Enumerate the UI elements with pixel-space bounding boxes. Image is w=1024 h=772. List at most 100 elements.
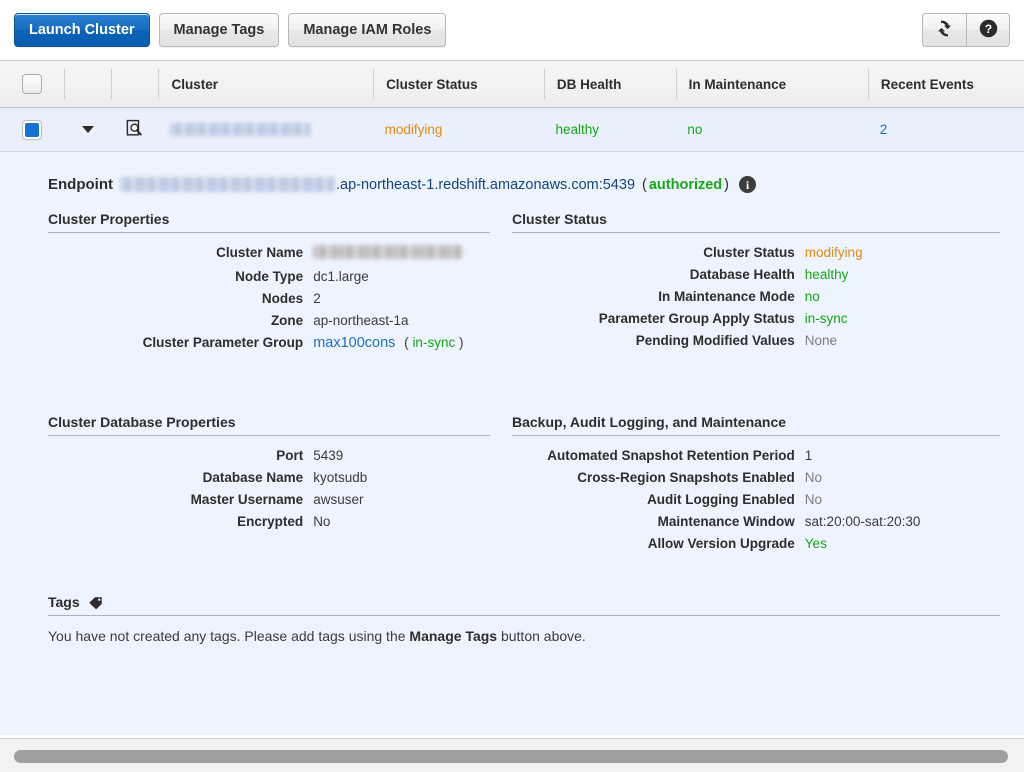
kv-row: Cross-Region Snapshots Enabled No: [512, 466, 1000, 488]
chevron-down-icon[interactable]: [81, 126, 94, 133]
manage-tags-button[interactable]: Manage Tags: [158, 13, 280, 47]
kv-label: Zone: [270, 312, 304, 328]
select-all-header-cell: [0, 69, 64, 99]
kv-value: healthy: [805, 263, 1000, 285]
toolbar-icon-group: ?: [922, 13, 1010, 47]
tags-title: Tags: [48, 594, 80, 610]
horizontal-scrollbar-area: [0, 738, 1024, 772]
cell-recent-events[interactable]: 2: [868, 108, 1024, 151]
kv-row: Master Username awsuser: [48, 488, 490, 510]
row-select-checkbox[interactable]: [22, 119, 43, 140]
help-button[interactable]: ?: [966, 13, 1010, 47]
kv-value: None: [805, 329, 1000, 351]
parameter-group-paren-open: (: [404, 334, 409, 350]
row-actions-cell: [64, 108, 111, 151]
backup-maintenance-title: Backup, Audit Logging, and Maintenance: [512, 414, 1000, 436]
kv-value: 1: [804, 447, 813, 463]
kv-value-text: no: [804, 288, 820, 304]
kv-row: Encrypted No: [48, 510, 490, 532]
tags-title-row: Tags: [48, 594, 1000, 616]
detail-sections-bottom: Cluster Database Properties Port 5439 Da…: [0, 396, 1024, 554]
kv-value: dc1.large: [313, 268, 369, 284]
column-header-in-maintenance[interactable]: In Maintenance: [675, 69, 868, 99]
column-header-recent-events[interactable]: Recent Events: [867, 69, 1024, 99]
kv-row: Port 5439: [48, 444, 490, 466]
column-header-cluster[interactable]: Cluster: [158, 69, 373, 99]
kv-label: Pending Modified Values: [635, 332, 795, 348]
refresh-button[interactable]: [922, 13, 966, 47]
kv-row: Zone ap-northeast-1a: [48, 309, 490, 331]
cluster-status-title: Cluster Status: [512, 211, 1000, 233]
select-all-checkbox[interactable]: [22, 74, 43, 94]
database-properties-table: Port 5439 Database Name kyotsudb Master …: [48, 444, 490, 532]
kv-label: Cluster Parameter Group: [142, 334, 304, 350]
database-properties-title: Cluster Database Properties: [48, 414, 490, 436]
parameter-group-link[interactable]: max100cons: [313, 335, 395, 351]
kv-row: Cluster Parameter Group max100cons ( in-…: [48, 331, 490, 354]
kv-row: Database Name kyotsudb: [48, 466, 490, 488]
tags-message-after: button above.: [497, 628, 586, 644]
cell-cluster-status: modifying: [384, 122, 443, 137]
kv-row: Database Health healthy: [512, 263, 1000, 285]
kv-label: Audit Logging Enabled: [647, 491, 795, 507]
database-properties-section: Cluster Database Properties Port 5439 Da…: [14, 414, 512, 554]
clusters-table-header: Cluster Cluster Status DB Health In Main…: [0, 60, 1024, 108]
kv-label: In Maintenance Mode: [658, 288, 795, 304]
kv-label: Port: [276, 447, 304, 463]
kv-value: awsuser: [313, 491, 364, 507]
info-icon[interactable]: i: [739, 176, 757, 193]
row-select-cell: [0, 108, 64, 151]
kv-value-text: healthy: [804, 266, 849, 282]
kv-value: No: [805, 488, 1000, 510]
cell-cluster-name[interactable]: [158, 108, 373, 151]
kv-value: No: [313, 513, 331, 529]
kv-label: Parameter Group Apply Status: [598, 310, 795, 326]
table-row[interactable]: modifying healthy no 2: [0, 108, 1024, 152]
kv-row: Cluster Name: [48, 241, 490, 265]
kv-value: No: [805, 466, 1000, 488]
magnifier-document-icon[interactable]: [125, 119, 144, 141]
endpoint-label: Endpoint: [48, 176, 113, 193]
cluster-detail-panel: Endpoint .ap-northeast-1.redshift.amazon…: [0, 152, 1024, 735]
kv-value: [313, 241, 490, 265]
horizontal-scrollbar-track[interactable]: [0, 747, 1024, 765]
kv-row: In Maintenance Mode no: [512, 285, 1000, 307]
column-header-actions: [64, 69, 111, 99]
column-header-cluster-status[interactable]: Cluster Status: [373, 69, 544, 99]
kv-label: Encrypted: [237, 513, 304, 529]
column-header-db-health[interactable]: DB Health: [543, 69, 676, 99]
manage-iam-roles-button[interactable]: Manage IAM Roles: [288, 13, 447, 47]
kv-value: Yes: [805, 532, 1000, 554]
kv-label: Database Name: [202, 469, 304, 485]
endpoint-row: Endpoint .ap-northeast-1.redshift.amazon…: [0, 152, 1024, 193]
cluster-properties-section: Cluster Properties Cluster Name Node Typ…: [14, 211, 512, 354]
kv-row: Audit Logging Enabled No: [512, 488, 1000, 510]
kv-value: 2: [313, 290, 321, 306]
endpoint-host-suffix: .ap-northeast-1.redshift.amazonaws.com:5…: [335, 176, 636, 193]
kv-value: modifying: [805, 241, 1000, 263]
backup-maintenance-table: Automated Snapshot Retention Period 1 Cr…: [512, 444, 1000, 554]
detail-sections-top: Cluster Properties Cluster Name Node Typ…: [0, 193, 1024, 354]
kv-value: no: [805, 285, 1000, 307]
kv-value-text: None: [804, 332, 838, 348]
kv-row: Maintenance Window sat:20:00-sat:20:30: [512, 510, 1000, 532]
kv-row: Pending Modified Values None: [512, 329, 1000, 351]
kv-value-text: in-sync: [804, 310, 848, 326]
kv-row: Node Type dc1.large: [48, 265, 490, 287]
kv-value-text: Yes: [804, 535, 827, 551]
backup-maintenance-section: Backup, Audit Logging, and Maintenance A…: [512, 414, 1010, 554]
kv-row: Nodes 2: [48, 287, 490, 309]
kv-value: sat:20:00-sat:20:30: [804, 513, 921, 529]
endpoint-host-redacted: [119, 177, 335, 192]
cell-in-maintenance: no: [687, 122, 703, 137]
kv-value: kyotsudb: [313, 469, 368, 485]
refresh-icon: [934, 18, 955, 42]
kv-value: in-sync: [805, 307, 1000, 329]
kv-value-text: No: [804, 491, 823, 507]
launch-cluster-button[interactable]: Launch Cluster: [14, 13, 150, 47]
horizontal-scrollbar-thumb[interactable]: [14, 750, 1008, 763]
endpoint-paren-close: ): [724, 176, 730, 193]
endpoint-paren-open: (: [642, 176, 647, 193]
kv-label: Nodes: [261, 290, 304, 306]
